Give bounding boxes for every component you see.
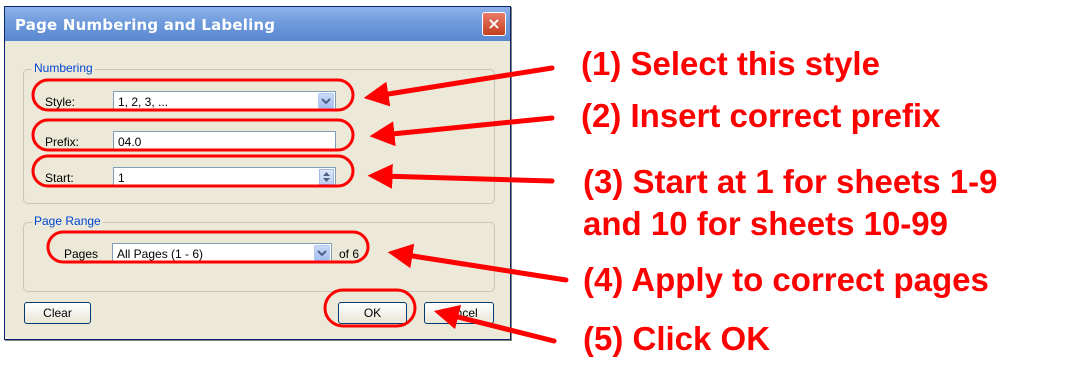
arrow-step2 — [369, 115, 555, 147]
arrow-step1 — [363, 65, 555, 107]
start-highlight-ellipse — [31, 154, 355, 188]
arrow-step5 — [433, 304, 557, 344]
style-highlight-ellipse — [31, 78, 355, 112]
annotation-step1: (1) Select this style — [581, 45, 880, 82]
arrow-step4 — [387, 243, 569, 283]
annotation-step2: (2) Insert correct prefix — [581, 97, 941, 134]
annotation-step3-line1: (3) Start at 1 for sheets 1-9 — [583, 163, 998, 200]
annotation-step3-line2: and 10 for sheets 10-99 — [583, 205, 948, 242]
annotation-step5: (5) Click OK — [583, 320, 771, 357]
arrow-step3 — [367, 163, 555, 189]
annotation-step4: (4) Apply to correct pages — [583, 261, 989, 298]
pages-highlight-ellipse — [46, 230, 370, 264]
ok-highlight-ellipse — [323, 288, 417, 328]
prefix-highlight-ellipse — [31, 118, 355, 152]
